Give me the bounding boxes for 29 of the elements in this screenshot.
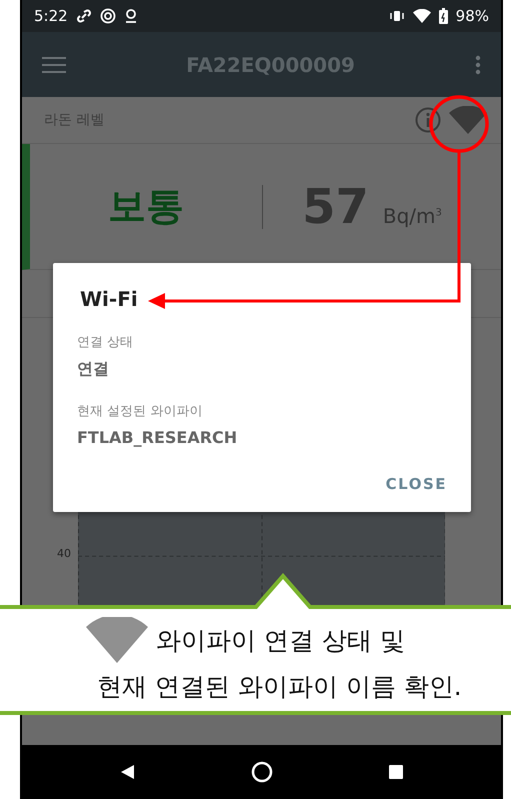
callout-text: 현재 연결된 와이파이 이름 확인. [97, 671, 462, 703]
target-icon [100, 8, 116, 24]
field-value: FTLAB_RESEARCH [77, 428, 238, 447]
location-pin-icon [124, 8, 138, 24]
back-icon[interactable] [120, 764, 136, 780]
radon-unit: Bq/m$^{3}$ [382, 204, 442, 228]
field-label: 현재 설정된 와이파이 [77, 403, 204, 420]
y-axis-tick: 40 [57, 547, 71, 560]
wifi-icon [86, 617, 148, 663]
battery-icon [438, 8, 448, 24]
field-value: 연결 [77, 359, 110, 380]
callout-text: 와이파이 연결 상태 및 [156, 624, 405, 656]
battery-percentage: 98% [456, 6, 489, 25]
status-time: 5:22 [34, 6, 68, 25]
wifi-icon[interactable] [449, 106, 487, 134]
highlight-circle [429, 95, 489, 153]
home-icon[interactable] [250, 761, 272, 784]
vibrate-icon [388, 10, 405, 22]
recents-icon[interactable] [388, 764, 404, 780]
menu-icon[interactable] [42, 56, 66, 73]
radon-value: 57 [302, 178, 369, 235]
dialog-title: Wi-Fi [80, 287, 139, 311]
close-button[interactable]: CLOSE [386, 469, 447, 499]
more-options-icon[interactable] [475, 54, 481, 75]
info-icon[interactable] [415, 107, 441, 134]
field-label: 연결 상태 [77, 334, 134, 351]
link-icon [76, 8, 92, 24]
wifi-signal-icon [412, 8, 431, 23]
radon-level-status: 보통 [107, 183, 185, 230]
